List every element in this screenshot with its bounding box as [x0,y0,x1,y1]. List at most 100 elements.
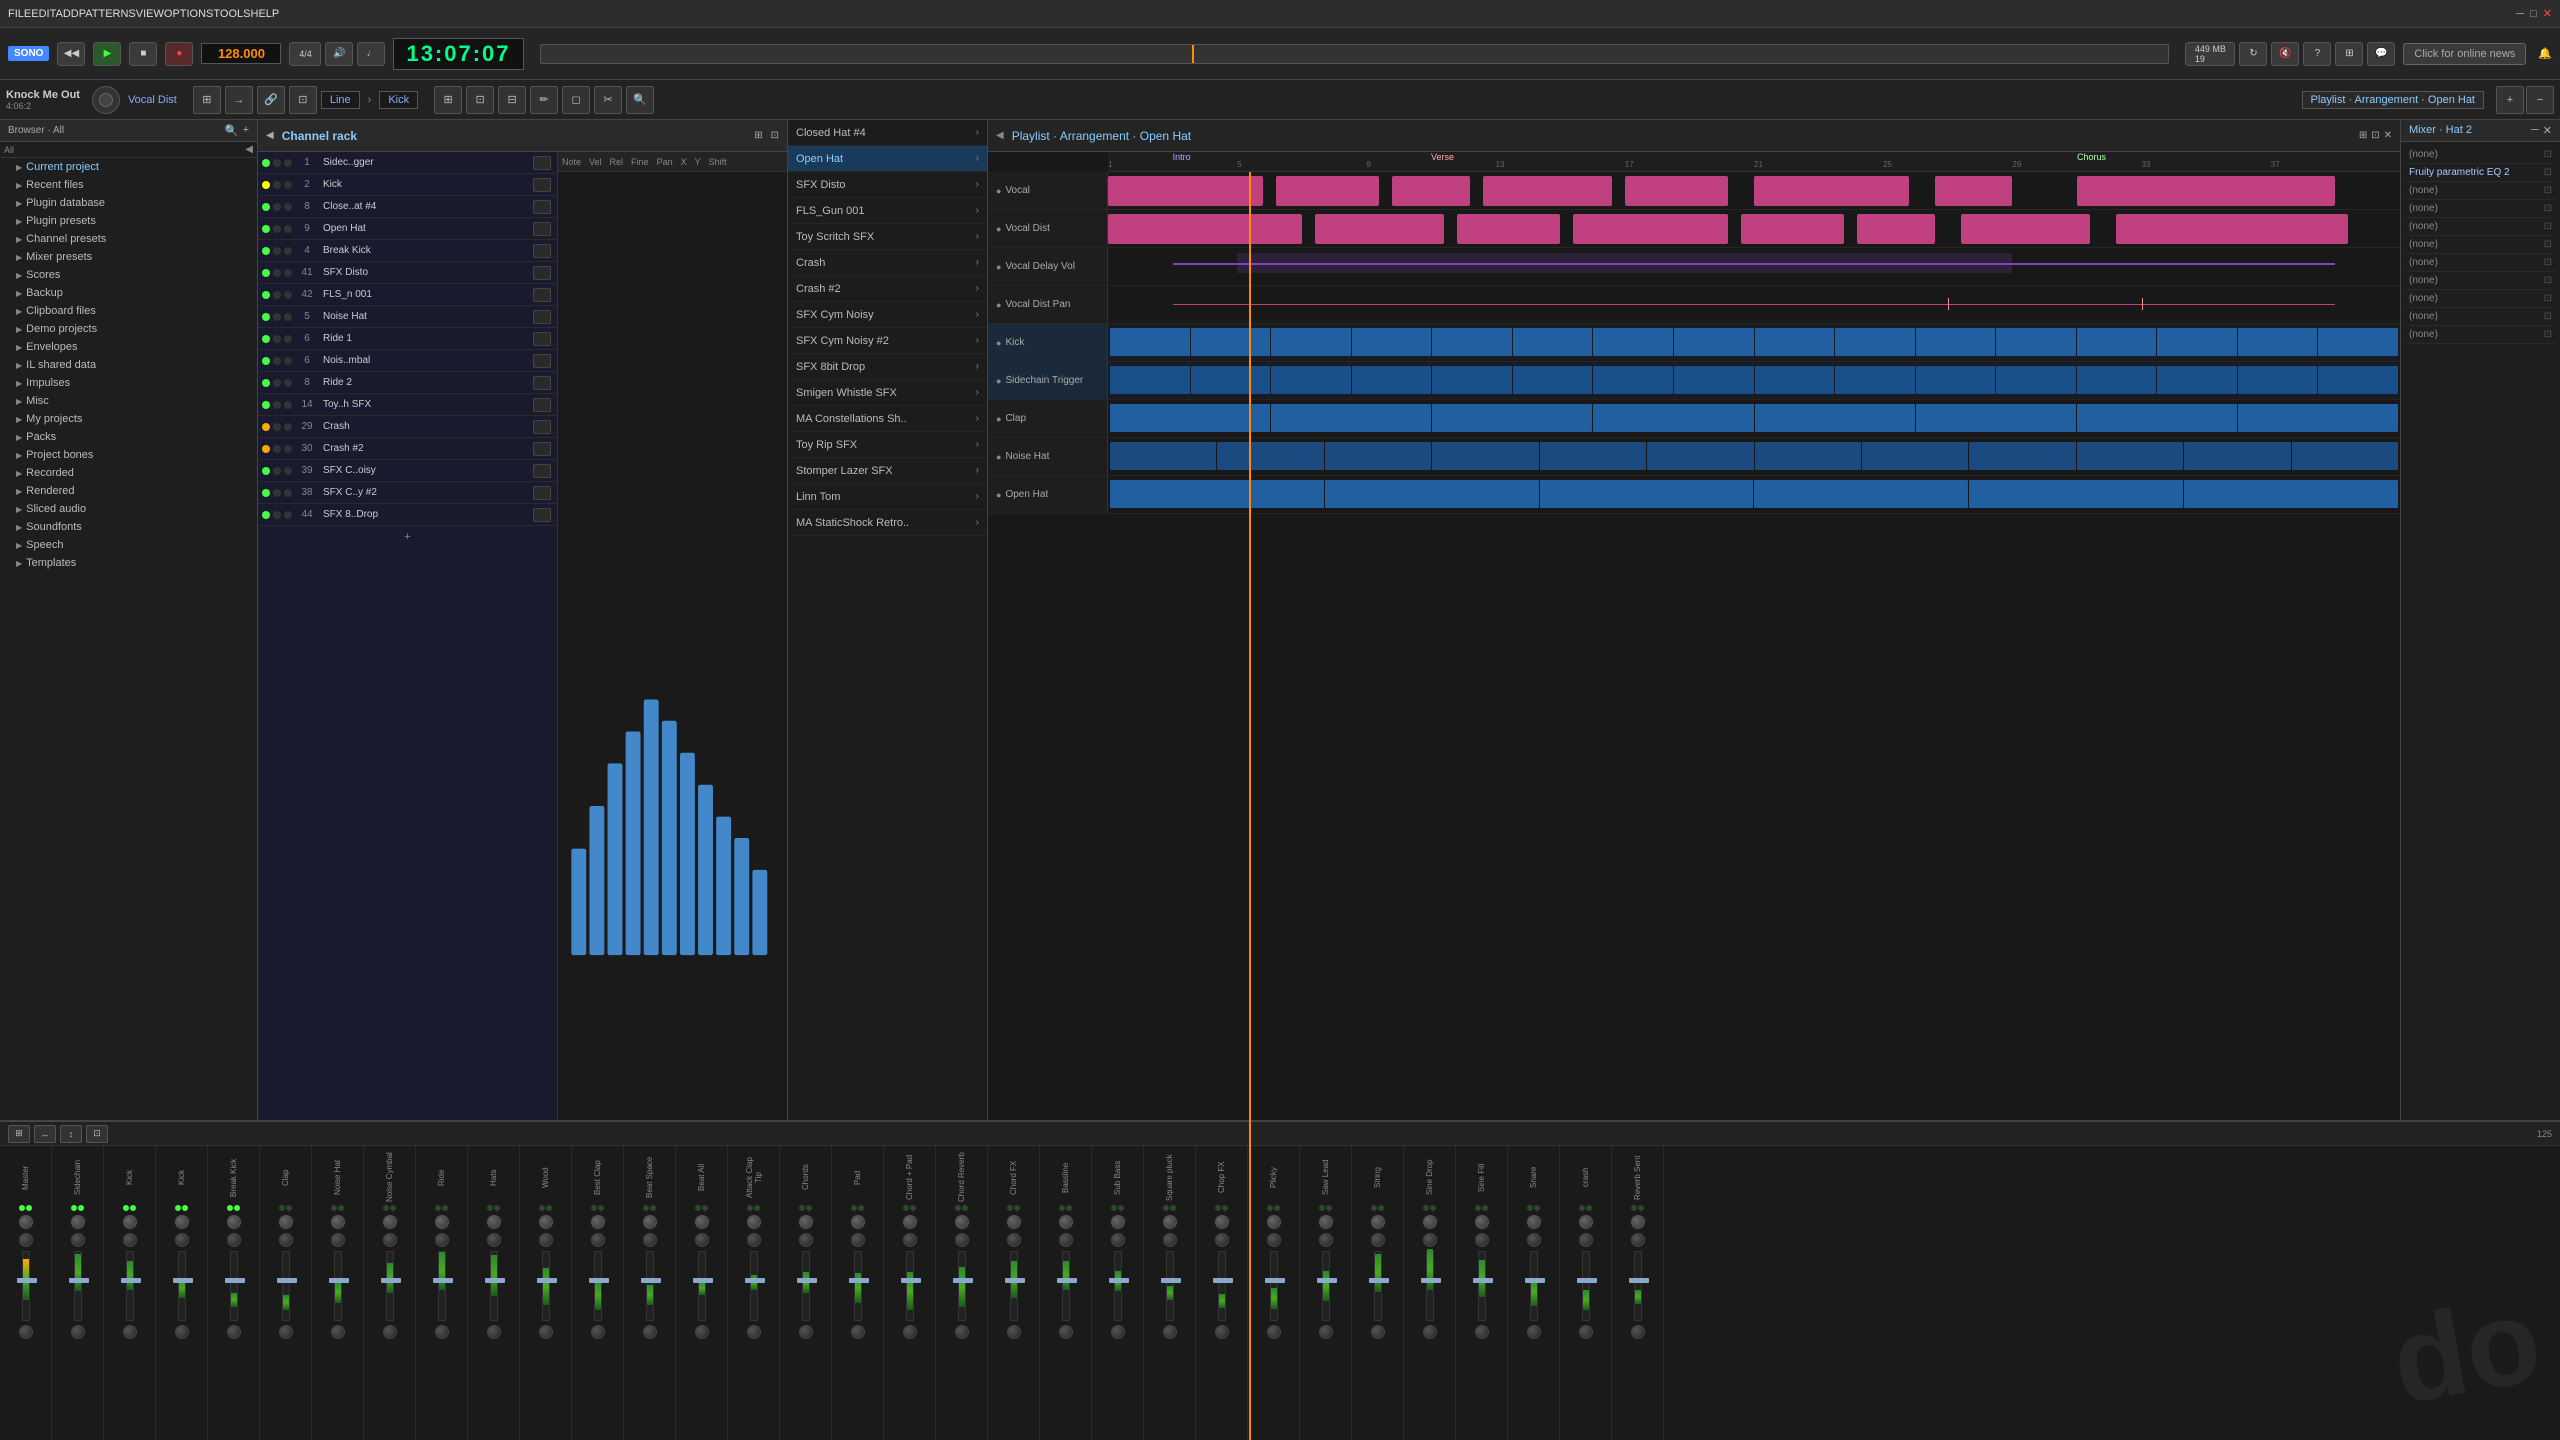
send-slot-btn-2[interactable]: ⊡ [2544,185,2552,196]
vocal-clip-4[interactable] [1483,176,1612,206]
send-slot-btn-6[interactable]: ⊡ [2544,257,2552,268]
nh-p1[interactable] [1110,442,1216,470]
mixer-fader-thumb-13[interactable] [693,1278,713,1283]
mixer-track-hats[interactable]: Hats [468,1146,520,1440]
clap-p8[interactable] [2238,404,2398,432]
delay-vol-region[interactable] [1237,253,2012,273]
nh-p2[interactable] [1217,442,1323,470]
mixer-track-reverb-sent[interactable]: Reverb Sent [1612,1146,1664,1440]
mixer-send-knob-17[interactable] [903,1325,917,1339]
clap-mute-icon[interactable]: ● [996,414,1001,424]
kick-p2[interactable] [1191,328,1271,356]
mixer-fader-thumb-4[interactable] [225,1278,245,1283]
send-slot-9[interactable]: (none)⊡ [2405,308,2556,326]
mixer-fader-thumb-1[interactable] [69,1278,89,1283]
master-vol-btn[interactable]: 🔊 [325,42,353,66]
mixer-track-pad[interactable]: Pad [832,1146,884,1440]
sc-p2[interactable] [1191,366,1271,394]
channel-row-close..at-#4[interactable]: 8 Close..at #4 [258,196,557,218]
mixer-fader-thumb-2[interactable] [121,1278,141,1283]
mixer-send-knob-15[interactable] [799,1325,813,1339]
mixer-knob-b-11[interactable] [591,1233,605,1247]
sc-p14[interactable] [2157,366,2237,394]
zoom-btn[interactable]: 🔍 [626,86,654,114]
mixer-fader-14[interactable] [750,1251,758,1321]
sc-p11[interactable] [1916,366,1996,394]
mixer-send-knob-1[interactable] [71,1325,85,1339]
mixer-fader-thumb-15[interactable] [797,1278,817,1283]
vocal-clip-5[interactable] [1625,176,1728,206]
mixer-fader-18[interactable] [958,1251,966,1321]
nh-p3[interactable] [1325,442,1431,470]
oh-p4[interactable] [1754,480,1968,508]
send-slot-2[interactable]: (none)⊡ [2405,182,2556,200]
mixer-knob-a-4[interactable] [227,1215,241,1229]
kick-p3[interactable] [1271,328,1351,356]
mixer-send-knob-7[interactable] [383,1325,397,1339]
sc-p4[interactable] [1352,366,1432,394]
refresh-btn[interactable]: ↻ [2239,42,2267,66]
instrument-item-12[interactable]: Toy Rip SFX › [788,432,987,458]
send-slot-btn-9[interactable]: ⊡ [2544,311,2552,322]
mixer-knob-b-3[interactable] [175,1233,189,1247]
quantize-btn[interactable]: ⊞ [434,86,462,114]
mixer-knob-b-18[interactable] [955,1233,969,1247]
channel-row-sfx-c..oisy[interactable]: 39 SFX C..oisy [258,460,557,482]
mixer-send-knob-29[interactable] [1527,1325,1541,1339]
sidebar-item-il-shared-data[interactable]: ▶IL shared data [0,356,257,374]
mixer-knob-a-24[interactable] [1267,1215,1281,1229]
mixer-fader-thumb-30[interactable] [1577,1278,1597,1283]
channel-row-break-kick[interactable]: 4 Break Kick [258,240,557,262]
clap-p5[interactable] [1755,404,1915,432]
mixer-track-kick[interactable]: Kick [104,1146,156,1440]
send-slot-3[interactable]: (none)⊡ [2405,200,2556,218]
mixer-knob-a-12[interactable] [643,1215,657,1229]
mixer-knob-b-16[interactable] [851,1233,865,1247]
kick-label[interactable]: Kick [379,91,418,109]
nh-p10[interactable] [2077,442,2183,470]
sc-p3[interactable] [1271,366,1351,394]
menu-item-edit[interactable]: EDIT [31,8,55,20]
mixer-fader-thumb-14[interactable] [745,1278,765,1283]
mixer-knob-a-17[interactable] [903,1215,917,1229]
mixer-fader-13[interactable] [698,1251,706,1321]
sidebar-item-envelopes[interactable]: ▶Envelopes [0,338,257,356]
mixer-send-knob-5[interactable] [279,1325,293,1339]
send-slot-btn-5[interactable]: ⊡ [2544,239,2552,250]
instrument-item-4[interactable]: Toy Scritch SFX › [788,224,987,250]
mixer-tb-btn3[interactable]: ↕ [60,1125,82,1143]
send-slot-btn-1[interactable]: ⊡ [2544,167,2552,178]
playlist-minus-btn[interactable]: − [2526,86,2554,114]
mixer-send-knob-18[interactable] [955,1325,969,1339]
mixer-fader-thumb-5[interactable] [277,1278,297,1283]
mixer-track-master[interactable]: Master [0,1146,52,1440]
news-button[interactable]: Click for online news [2403,43,2526,65]
kick-p1[interactable] [1110,328,1190,356]
nh-p12[interactable] [2292,442,2398,470]
clap-p2[interactable] [1271,404,1431,432]
vocal-clip-1[interactable] [1108,176,1263,206]
mixer-fader-22[interactable] [1166,1251,1174,1321]
mixer-knob-a-14[interactable] [747,1215,761,1229]
channel-row-open-hat[interactable]: 9 Open Hat [258,218,557,240]
mixer-knob-b-7[interactable] [383,1233,397,1247]
mixer-knob-b-27[interactable] [1423,1233,1437,1247]
mixer-knob-b-5[interactable] [279,1233,293,1247]
mixer-knob-b-17[interactable] [903,1233,917,1247]
nh-p8[interactable] [1862,442,1968,470]
kick-p15[interactable] [2238,328,2318,356]
mixer-track-saw-lead[interactable]: Saw Lead [1300,1146,1352,1440]
sc-p8[interactable] [1674,366,1754,394]
channel-row-nois..mbal[interactable]: 6 Nois..mbal [258,350,557,372]
sidebar-item-misc[interactable]: ▶Misc [0,392,257,410]
clap-p7[interactable] [2077,404,2237,432]
channel-row-sfx-c..y-#2[interactable]: 38 SFX C..y #2 [258,482,557,504]
sidebar-item-backup[interactable]: ▶Backup [0,284,257,302]
maximize-btn[interactable]: □ [2530,8,2537,20]
playlist-collapse-btn[interactable]: ◀ [996,130,1004,141]
instrument-item-2[interactable]: SFX Disto › [788,172,987,198]
mixer-track-attack-clap-tip[interactable]: Attack Clap Tip [728,1146,780,1440]
sidechain-content[interactable] [1108,362,2400,399]
mixer-fader-thumb-18[interactable] [953,1278,973,1283]
rack-settings-icon[interactable]: ⊡ [771,130,779,141]
